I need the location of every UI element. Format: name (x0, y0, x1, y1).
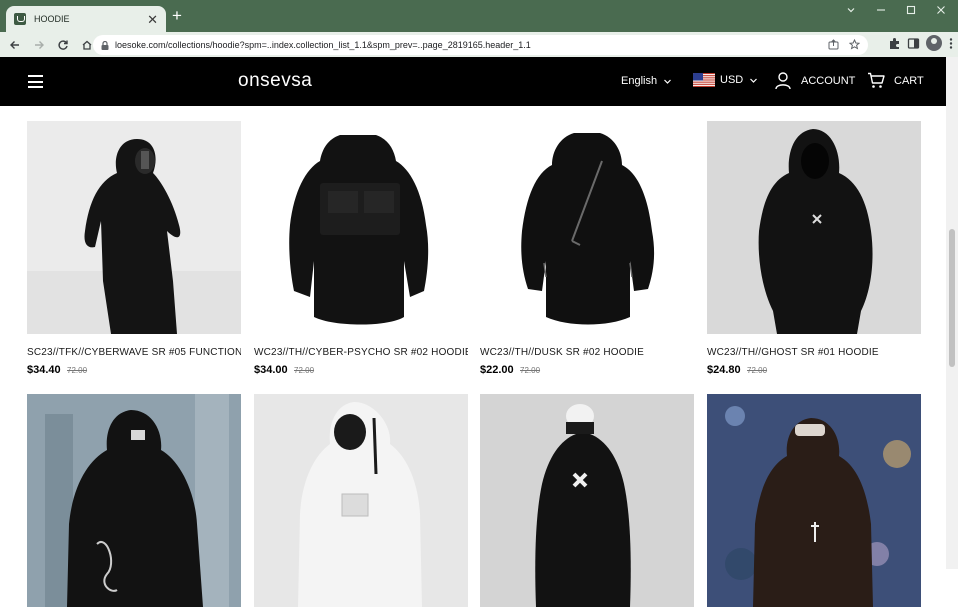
browser-titlebar: HOODIE ✕ + (0, 0, 958, 32)
product-card[interactable] (254, 394, 468, 607)
product-price: $24.80 (707, 364, 741, 376)
site-header: onsevsa English USD ACCOUNT CART (0, 57, 946, 106)
browser-menu-icon[interactable] (948, 37, 954, 50)
share-icon[interactable] (828, 39, 839, 50)
product-image[interactable] (27, 394, 241, 607)
chevron-down-icon (750, 78, 758, 83)
chevron-down-icon (664, 79, 672, 84)
menu-hamburger-icon[interactable] (28, 75, 43, 88)
bookmark-star-icon[interactable] (849, 39, 860, 50)
cart-label: CART (894, 74, 924, 87)
product-old-price: 72.00 (294, 366, 315, 375)
user-icon (775, 72, 791, 90)
minimize-icon[interactable] (876, 5, 886, 15)
profile-avatar-icon[interactable] (926, 35, 942, 51)
account-link[interactable]: ACCOUNT (775, 72, 855, 90)
product-price: $34.40 (27, 364, 61, 376)
tab-search-chevron-icon[interactable] (846, 5, 856, 15)
product-card[interactable] (27, 394, 241, 607)
back-icon[interactable] (4, 34, 26, 56)
product-image[interactable] (480, 121, 694, 334)
forward-icon[interactable] (28, 34, 50, 56)
url-text: loesoke.com/collections/hoodie?spm=..ind… (115, 40, 531, 50)
page-scrollbar[interactable] (946, 57, 958, 569)
cart-link[interactable]: CART (867, 72, 924, 89)
product-image[interactable] (707, 394, 921, 607)
product-old-price: 72.00 (520, 366, 541, 375)
product-card[interactable]: WC23//TH//CYBER-PSYCHO SR #02 HOODIE $34… (254, 121, 468, 376)
account-label: ACCOUNT (801, 75, 856, 87)
reload-icon[interactable] (52, 34, 74, 56)
store-favicon-icon (14, 13, 26, 25)
us-flag-icon (693, 73, 715, 87)
product-old-price: 72.00 (747, 366, 768, 375)
product-image[interactable] (707, 121, 921, 334)
product-name[interactable]: WC23//TH//DUSK SR #02 HOODIE (480, 347, 694, 358)
currency-selector[interactable]: USD (693, 73, 758, 87)
store-logo[interactable]: onsevsa (238, 70, 312, 92)
language-label: English (621, 75, 658, 87)
lock-icon[interactable] (101, 40, 109, 50)
new-tab-button[interactable]: + (172, 7, 182, 24)
close-window-icon[interactable] (936, 5, 946, 15)
browser-toolbar: loesoke.com/collections/hoodie?spm=..ind… (0, 32, 958, 57)
product-image[interactable] (254, 394, 468, 607)
product-image[interactable] (254, 121, 468, 334)
product-name[interactable]: WC23//TH//CYBER-PSYCHO SR #02 HOODIE (254, 347, 468, 358)
close-tab-icon[interactable]: ✕ (147, 13, 158, 26)
product-price: $34.00 (254, 364, 288, 376)
maximize-icon[interactable] (906, 5, 916, 15)
product-old-price: 72.00 (67, 366, 88, 375)
product-price: $22.00 (480, 364, 514, 376)
product-name[interactable]: WC23//TH//GHOST SR #01 HOODIE (707, 347, 921, 358)
address-bar[interactable]: loesoke.com/collections/hoodie?spm=..ind… (93, 35, 868, 55)
language-selector[interactable]: English (621, 75, 672, 87)
extensions-icon[interactable] (888, 37, 901, 50)
product-card[interactable]: WC23//TH//DUSK SR #02 HOODIE $22.00 72.0… (480, 121, 694, 376)
cart-icon (868, 72, 885, 88)
product-card[interactable]: WC23//TH//GHOST SR #01 HOODIE $24.80 72.… (707, 121, 921, 376)
product-card[interactable] (480, 394, 694, 607)
tab-title: HOODIE (34, 14, 70, 24)
product-name[interactable]: SC23//TFK//CYBERWAVE SR #05 FUNCTION... (27, 347, 241, 358)
scrollbar-thumb[interactable] (949, 229, 955, 367)
product-card[interactable] (707, 394, 921, 607)
currency-label: USD (720, 74, 744, 86)
browser-tab[interactable]: HOODIE ✕ (6, 6, 166, 32)
product-image[interactable] (480, 394, 694, 607)
product-image[interactable] (27, 121, 241, 334)
product-card[interactable]: SC23//TFK//CYBERWAVE SR #05 FUNCTION... … (27, 121, 241, 376)
side-panel-icon[interactable] (907, 37, 920, 50)
